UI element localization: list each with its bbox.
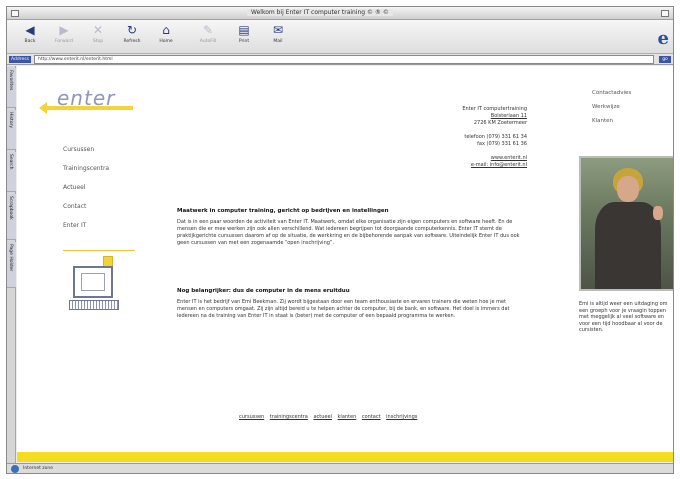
autofill-label: AutoFill bbox=[199, 39, 217, 44]
nav-active-underline bbox=[63, 250, 135, 251]
tab-history-label: History bbox=[8, 112, 13, 129]
tab-favorites[interactable]: Favorites bbox=[7, 68, 16, 108]
back-label: Back bbox=[24, 39, 36, 44]
address-spacer-2 bbox=[397, 148, 527, 155]
back-arrow-icon: ◀ bbox=[25, 23, 35, 37]
address-spacer bbox=[397, 127, 527, 134]
tab-favorites-label: Favorites bbox=[8, 70, 13, 91]
computer-illustration-icon bbox=[69, 256, 127, 320]
email-link[interactable]: e-mail: info@enterit.nl bbox=[397, 162, 527, 169]
forward-arrow-icon: ▶ bbox=[59, 23, 69, 37]
back-button[interactable]: ◀ Back bbox=[15, 23, 45, 51]
title-bar[interactable]: Welkom bij Enter IT computer training © … bbox=[7, 7, 673, 20]
intro-paragraph: Dat is in een paar woorden de activiteit… bbox=[177, 219, 520, 246]
tab-scrapbook-label: Scrapbook bbox=[8, 196, 13, 220]
photo-caption: Emi is altijd weer een uitdaging om een … bbox=[579, 301, 668, 333]
tab-page-holder[interactable]: Page Holder bbox=[7, 242, 16, 288]
browser-window: Welkom bij Enter IT computer training © … bbox=[6, 6, 674, 474]
monitor bbox=[73, 266, 113, 298]
tab-page-holder-label: Page Holder bbox=[8, 244, 13, 272]
explorer-bar-tabs: Favorites History Search Scrapbook Page … bbox=[7, 66, 16, 466]
print-label: Print bbox=[238, 39, 250, 44]
address-bar: Address http://www.enterit.nl/enterit.ht… bbox=[7, 54, 673, 65]
site-nav: Cursussen Trainingscentra Actueel Contac… bbox=[63, 146, 135, 251]
refresh-icon: ↻ bbox=[126, 23, 138, 37]
postcode-city: 2726 KM Zoetermeer bbox=[473, 120, 527, 126]
toolbar: ◀ Back ▶ Forward ✕ Stop ↻ Refresh ⌂ Home… bbox=[7, 20, 673, 54]
print-button[interactable]: ▤ Print bbox=[229, 23, 259, 51]
status-text: Internet zone bbox=[23, 466, 54, 471]
footer-link-cursussen[interactable]: cursussen bbox=[239, 414, 264, 420]
nav-klanten[interactable]: Klanten bbox=[592, 118, 631, 132]
refresh-label: Refresh bbox=[123, 39, 141, 44]
tab-search[interactable]: Search bbox=[7, 152, 16, 192]
phone: telefoon (079) 331 61 34 bbox=[464, 134, 527, 140]
street: Bolsterlaan 11 bbox=[490, 113, 527, 119]
footer-link-trainingscentra[interactable]: trainingscentra bbox=[270, 414, 308, 420]
top-right-nav: Contactadvies Werkwijze Klanten bbox=[592, 90, 631, 132]
enter-it-logo[interactable]: enter bbox=[39, 86, 135, 114]
nav-cursussen[interactable]: Cursussen bbox=[63, 146, 109, 165]
window-title: Welkom bij Enter IT computer training © … bbox=[247, 9, 393, 16]
refresh-button[interactable]: ↻ Refresh bbox=[117, 23, 147, 51]
fax: fax (079) 331 61 36 bbox=[477, 141, 527, 147]
company-name: Enter IT computertraining bbox=[462, 106, 527, 112]
footer-link-inschrijving[interactable]: inschrijvings bbox=[386, 414, 417, 420]
footer-link-contact[interactable]: contact bbox=[362, 414, 381, 420]
status-bar: Internet zone bbox=[7, 463, 673, 473]
website-link[interactable]: www.enterit.nl bbox=[397, 155, 527, 162]
stop-button[interactable]: ✕ Stop bbox=[83, 23, 113, 51]
globe-icon bbox=[11, 465, 19, 473]
company-address: Enter IT computertraining Bolsterlaan 11… bbox=[397, 106, 527, 169]
address-label: Address bbox=[9, 56, 31, 63]
tab-history[interactable]: History bbox=[7, 110, 16, 150]
footer-yellow-stripe bbox=[17, 452, 673, 462]
autofill-button[interactable]: ✎ AutoFill bbox=[193, 23, 223, 51]
print-icon: ▤ bbox=[238, 23, 250, 37]
home-icon: ⌂ bbox=[162, 23, 170, 37]
nav-contact[interactable]: Contact bbox=[63, 203, 109, 222]
zoom-box[interactable] bbox=[661, 10, 669, 17]
nav-contactadvies[interactable]: Contactadvies bbox=[592, 90, 631, 104]
keyboard bbox=[69, 300, 119, 310]
home-button[interactable]: ⌂ Home bbox=[151, 23, 181, 51]
trainer-photo bbox=[579, 156, 673, 291]
stop-label: Stop bbox=[92, 39, 104, 44]
go-button[interactable]: go bbox=[659, 56, 671, 63]
web-page-content: enter Cursussen Trainingscentra Actueel … bbox=[17, 66, 673, 462]
nav-werkwijze[interactable]: Werkwijze bbox=[592, 104, 631, 118]
forward-label: Forward bbox=[54, 39, 74, 44]
footer-link-actueel[interactable]: actueel bbox=[313, 414, 331, 420]
home-label: Home bbox=[159, 39, 173, 44]
close-box[interactable] bbox=[11, 10, 19, 17]
nav-trainingscentra[interactable]: Trainingscentra bbox=[63, 165, 109, 184]
address-input[interactable]: http://www.enterit.nl/enterit.html bbox=[34, 55, 654, 64]
mail-icon: ✉ bbox=[272, 23, 284, 37]
nav-enter-it[interactable]: Enter IT bbox=[63, 222, 109, 241]
nav-actueel[interactable]: Actueel bbox=[63, 184, 109, 203]
autofill-icon: ✎ bbox=[202, 23, 214, 37]
stop-icon: ✕ bbox=[92, 23, 104, 37]
main-heading: Maatwerk in computer training, gericht o… bbox=[177, 208, 389, 214]
mail-label: Mail bbox=[273, 39, 283, 44]
tab-search-label: Search bbox=[8, 154, 13, 170]
browser-logo-icon: e bbox=[657, 28, 669, 49]
footer-link-klanten[interactable]: klanten bbox=[338, 414, 357, 420]
mail-button[interactable]: ✉ Mail bbox=[263, 23, 293, 51]
about-paragraph: Enter IT is het bedrijf van Emi Beekman.… bbox=[177, 299, 510, 319]
second-heading: Nog belangrijker: dus de computer in de … bbox=[177, 288, 350, 294]
forward-button[interactable]: ▶ Forward bbox=[49, 23, 79, 51]
tab-scrapbook[interactable]: Scrapbook bbox=[7, 194, 16, 240]
logo-text: enter bbox=[57, 86, 116, 110]
footer-links: cursussen trainingscentra actueel klante… bbox=[239, 414, 421, 420]
